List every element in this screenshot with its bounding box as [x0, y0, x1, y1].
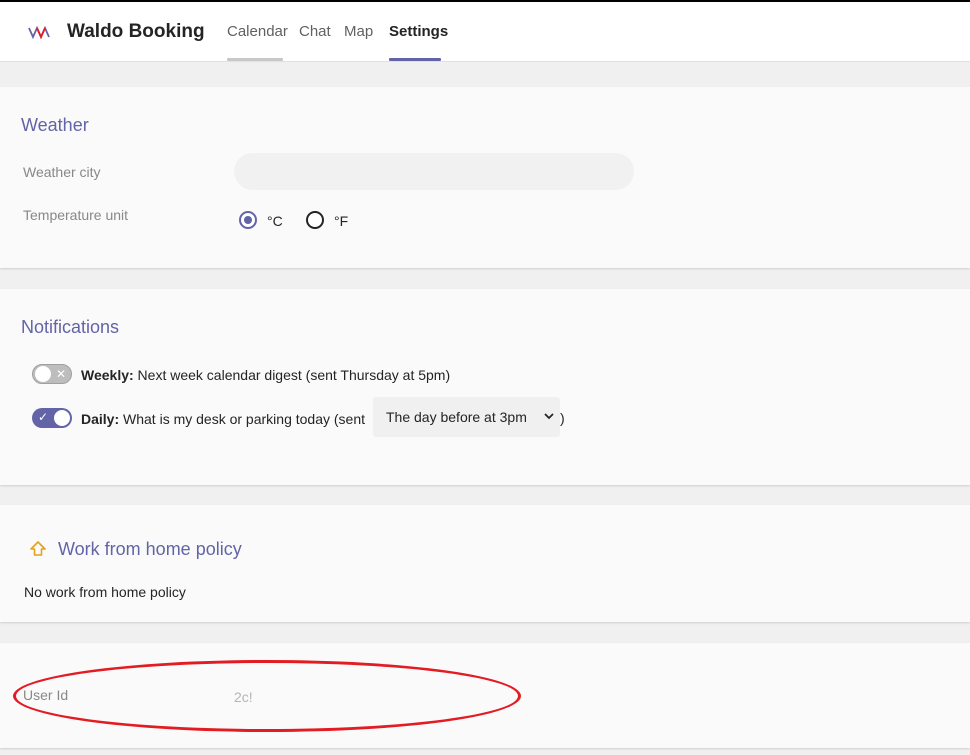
- waldo-logo-icon: [28, 25, 50, 40]
- daily-notification-text: Daily: What is my desk or parking today …: [81, 411, 365, 427]
- tab-map[interactable]: Map: [344, 23, 373, 40]
- weekly-label: Weekly:: [81, 367, 134, 383]
- tab-settings-underline: [389, 58, 441, 61]
- celsius-label: °C: [267, 213, 283, 229]
- wfh-card: Work from home policy No work from home …: [0, 505, 970, 622]
- daily-closing-paren: ): [560, 410, 565, 426]
- tab-calendar[interactable]: Calendar: [227, 23, 288, 40]
- fahrenheit-radio[interactable]: [306, 211, 324, 229]
- temperature-unit-label: Temperature unit: [23, 207, 129, 223]
- daily-time-select[interactable]: The day before at 3pm: [373, 397, 560, 437]
- wfh-section-title: Work from home policy: [58, 539, 242, 559]
- weekly-notification-text: Weekly: Next week calendar digest (sent …: [81, 367, 450, 383]
- toggle-off-x-icon: ✕: [55, 367, 66, 381]
- weekly-toggle[interactable]: ✕: [32, 364, 72, 384]
- app-title: Waldo Booking: [67, 21, 205, 42]
- app-header: Waldo Booking Calendar Chat Map Settings: [0, 2, 970, 62]
- weather-card: Weather Weather city Temperature unit °C…: [0, 87, 970, 268]
- notifications-card: Notifications ✕ Weekly: Next week calend…: [0, 289, 970, 485]
- notifications-section-title: Notifications: [21, 317, 120, 337]
- daily-time-select-value: The day before at 3pm: [386, 409, 527, 425]
- daily-toggle[interactable]: ✓: [32, 408, 72, 428]
- daily-toggle-knob: [54, 410, 70, 426]
- chevron-down-icon: [544, 413, 554, 420]
- fahrenheit-label: °F: [334, 213, 349, 229]
- weather-city-label: Weather city: [23, 164, 101, 180]
- tab-calendar-underline: [227, 58, 283, 61]
- daily-label: Daily:: [81, 411, 120, 427]
- weekly-toggle-knob: [35, 366, 51, 382]
- celsius-radio[interactable]: [239, 211, 257, 229]
- weather-city-input[interactable]: [234, 153, 634, 190]
- red-annotation-ellipse: [13, 660, 521, 732]
- weekly-description: Next week calendar digest (sent Thursday…: [133, 367, 451, 383]
- tab-chat[interactable]: Chat: [299, 23, 331, 40]
- tab-settings[interactable]: Settings: [389, 23, 448, 40]
- daily-description: What is my desk or parking today (sent: [119, 411, 365, 427]
- toggle-on-check-icon: ✓: [38, 410, 49, 424]
- home-arrow-icon: [30, 541, 46, 556]
- weather-section-title: Weather: [21, 115, 89, 135]
- wfh-policy-text: No work from home policy: [24, 584, 186, 600]
